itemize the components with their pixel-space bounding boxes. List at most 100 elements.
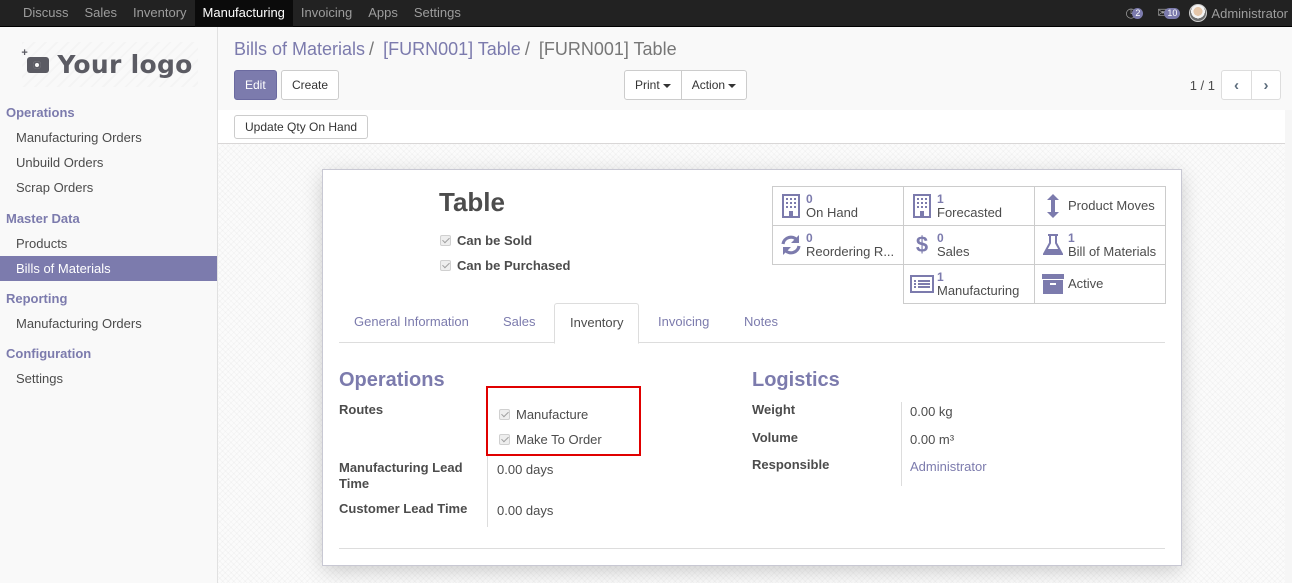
action-label: Action xyxy=(691,78,726,92)
sidebar-section-master-data: Master Data Products Bills of Materials xyxy=(0,206,217,281)
print-dropdown[interactable]: Print xyxy=(625,71,681,99)
can-be-purchased-field: Can be Purchased xyxy=(440,258,570,273)
customer-lead-time-value: 0.00 days xyxy=(497,503,554,518)
pager-value[interactable]: 1 / 1 xyxy=(1190,78,1215,93)
sidebar-item-products[interactable]: Products xyxy=(0,231,217,256)
building-icon xyxy=(907,187,937,225)
caret-down-icon xyxy=(728,83,737,88)
chevron-left-icon: ‹ xyxy=(1234,76,1239,94)
breadcrumb-product[interactable]: [FURN001] Table xyxy=(383,39,521,59)
form-sheet: Table Can be Sold Can be Purchased 0 On H… xyxy=(322,169,1182,566)
can-be-sold-label: Can be Sold xyxy=(457,233,533,248)
menu-apps[interactable]: Apps xyxy=(360,0,406,27)
building-icon xyxy=(776,187,806,225)
dollar-icon: $ xyxy=(915,232,929,257)
menu-sales[interactable]: Sales xyxy=(77,0,126,27)
on-hand-label: On Hand xyxy=(806,206,859,220)
product-moves-label: Product Moves xyxy=(1068,199,1155,213)
reordering-rules-button[interactable]: 0 Reordering R... xyxy=(772,225,904,265)
smart-buttons: 0 On Hand 1 Forecasted Product Moves 0 Reor… xyxy=(772,186,1166,304)
sidebar-item-unbuild-orders[interactable]: Unbuild Orders xyxy=(0,150,217,175)
reordering-rules-value: 0 xyxy=(806,231,813,245)
create-button[interactable]: Create xyxy=(281,70,340,100)
sidebar-item-bills-of-materials[interactable]: Bills of Materials xyxy=(0,256,217,281)
company-logo[interactable]: Your logo xyxy=(21,42,198,87)
on-hand-button[interactable]: 0 On Hand xyxy=(772,186,904,226)
breadcrumb: Bills of Materials / [FURN001] Table / [FU… xyxy=(234,39,677,60)
sales-value: 0 xyxy=(937,231,944,245)
scrollbar[interactable] xyxy=(1285,110,1292,583)
logo-text: Your logo xyxy=(57,50,193,79)
active-toggle-button[interactable]: Active xyxy=(1034,264,1166,304)
tab-notes[interactable]: Notes xyxy=(729,303,793,343)
bill-of-materials-button[interactable]: 1 Bill of Materials xyxy=(1034,225,1166,265)
sidebar-heading[interactable]: Reporting xyxy=(0,286,217,311)
can-be-purchased-checkbox[interactable] xyxy=(440,260,451,271)
sidebar-item-reporting-manufacturing-orders[interactable]: Manufacturing Orders xyxy=(0,311,217,336)
menu-discuss[interactable]: Discuss xyxy=(15,0,77,27)
form-statusbar: Update Qty On Hand xyxy=(218,110,1285,144)
sales-button[interactable]: $ 0 Sales xyxy=(903,225,1035,265)
user-name: Administrator xyxy=(1211,5,1288,21)
weight-label: Weight xyxy=(752,402,796,417)
sidebar-item-manufacturing-orders[interactable]: Manufacturing Orders xyxy=(0,125,217,150)
refresh-icon xyxy=(776,226,806,264)
pager-next-button[interactable]: › xyxy=(1251,71,1280,99)
forecasted-value: 1 xyxy=(937,192,944,206)
action-dropdown[interactable]: Action xyxy=(680,71,746,99)
reordering-rules-label: Reordering R... xyxy=(806,245,895,259)
menu-invoicing[interactable]: Invoicing xyxy=(293,0,360,27)
label-line: Manufacturing Lead xyxy=(339,460,463,475)
tab-invoicing[interactable]: Invoicing xyxy=(643,303,724,343)
sidebar-section-configuration: Configuration Settings xyxy=(0,341,217,391)
user-menu[interactable]: Administrator xyxy=(1189,4,1288,22)
caret-down-icon xyxy=(662,83,671,88)
manufacturing-lead-time-label: Manufacturing Lead Time xyxy=(339,460,463,492)
responsible-label: Responsible xyxy=(752,457,830,472)
menu-settings[interactable]: Settings xyxy=(406,0,469,27)
messages-menu[interactable]: ✉ 10 xyxy=(1157,5,1181,21)
sidebar-heading[interactable]: Master Data xyxy=(0,206,217,231)
routes-highlight-box xyxy=(486,386,641,456)
label-line: Time xyxy=(339,476,370,491)
systray: ◷ 2 ✉ 10 Administrator xyxy=(1125,0,1288,26)
tab-general-information[interactable]: General Information xyxy=(339,303,484,343)
field-divider xyxy=(901,402,902,486)
sidebar-heading[interactable]: Operations xyxy=(0,100,217,125)
edit-button[interactable]: Edit xyxy=(234,70,277,100)
can-be-sold-field: Can be Sold xyxy=(440,233,532,248)
update-qty-on-hand-button[interactable]: Update Qty On Hand xyxy=(234,115,369,139)
messages-count-badge: 10 xyxy=(1164,8,1181,19)
app-menu: Discuss Sales Inventory Manufacturing In… xyxy=(15,0,469,27)
activity-count-badge: 2 xyxy=(1132,8,1144,19)
forecasted-button[interactable]: 1 Forecasted xyxy=(903,186,1035,226)
menu-manufacturing[interactable]: Manufacturing xyxy=(194,0,293,27)
pager-previous-button[interactable]: ‹ xyxy=(1222,71,1251,99)
avatar xyxy=(1189,4,1208,22)
sidebar-heading[interactable]: Configuration xyxy=(0,341,217,366)
activity-menu[interactable]: ◷ 2 xyxy=(1125,5,1147,21)
camera-icon xyxy=(21,47,50,73)
list-icon xyxy=(907,265,937,303)
manufacturing-lead-time-value: 0.00 days xyxy=(497,462,554,477)
manufacturing-label: Manufacturing xyxy=(937,284,1020,298)
can-be-sold-checkbox[interactable] xyxy=(440,235,451,246)
tab-sales[interactable]: Sales xyxy=(488,303,551,343)
responsible-link[interactable]: Administrator xyxy=(910,459,987,474)
tab-inventory[interactable]: Inventory xyxy=(554,303,640,344)
sidebar-actions: Print Action xyxy=(624,70,748,100)
breadcrumb-separator: / xyxy=(524,39,530,59)
on-hand-value: 0 xyxy=(806,192,813,206)
sidebar-item-scrap-orders[interactable]: Scrap Orders xyxy=(0,175,217,200)
flask-icon xyxy=(1038,226,1068,264)
manufacturing-button[interactable]: 1 Manufacturing xyxy=(903,264,1035,304)
volume-value: 0.00 m³ xyxy=(910,432,955,447)
product-moves-button[interactable]: Product Moves xyxy=(1034,186,1166,226)
chevron-right-icon: › xyxy=(1263,76,1269,94)
breadcrumb-bills-of-materials[interactable]: Bills of Materials xyxy=(234,39,365,59)
menu-inventory[interactable]: Inventory xyxy=(125,0,194,27)
sidebar-item-settings[interactable]: Settings xyxy=(0,366,217,391)
weight-value: 0.00 kg xyxy=(910,404,953,419)
operations-section-title: Operations xyxy=(339,369,445,391)
can-be-purchased-label: Can be Purchased xyxy=(457,258,571,273)
